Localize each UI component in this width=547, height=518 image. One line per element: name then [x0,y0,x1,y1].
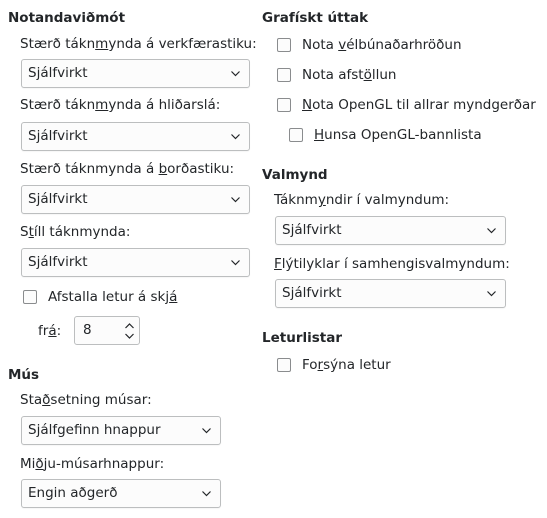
antialias-from-spinbox[interactable]: 8 [74,316,140,345]
chevron-down-icon [487,228,496,234]
chevron-down-icon [231,260,240,266]
mouse-heading: Mús [8,367,40,383]
checkbox-box[interactable] [277,358,291,372]
icon-style-label: Stíll táknmynda: [20,224,131,240]
menu-heading: Valmynd [262,167,328,183]
preview-fonts-label: Forsýna letur [302,357,391,373]
chevron-down-icon [231,134,240,140]
chevron-down-icon [202,491,211,497]
antialiasing-label: Nota afstöllun [302,67,397,83]
middle-mouse-button-combo[interactable]: Engin aðgerð [21,479,221,508]
checkbox-box[interactable] [277,98,291,112]
user-interface-heading: Notandaviðmót [8,10,126,26]
context-menu-shortcuts-combo[interactable]: Sjálfvirkt [275,279,506,308]
checkbox-box[interactable] [277,38,291,52]
sidebar-icon-size-label: Stærð táknmynda á hliðarslá: [20,97,221,113]
sidebar-icon-size-combo[interactable]: Sjálfvirkt [21,122,250,151]
notebookbar-icon-size-combo[interactable]: Sjálfvirkt [21,185,250,214]
mouse-positioning-label: Staðsetning músar: [20,392,152,408]
from-label: frá: [38,323,62,339]
toolbar-icon-size-label: Stærð táknmynda á verkfærastiku: [20,36,257,52]
mouse-positioning-combo[interactable]: Sjálfgefinn hnappur [21,416,221,445]
chevron-down-icon [487,291,496,297]
chevron-down-icon [202,428,211,434]
toolbar-icon-size-combo[interactable]: Sjálfvirkt [21,59,250,88]
font-lists-heading: Leturlistar [262,330,342,346]
checkbox-box[interactable] [289,128,303,142]
spin-arrows-icon[interactable] [124,320,135,342]
chevron-down-icon [231,71,240,77]
screen-font-antialiasing-label: Afstalla letur á skjá [48,289,178,305]
icon-style-combo[interactable]: Sjálfvirkt [21,248,250,277]
ignore-opengl-blacklist-label: Hunsa OpenGL-bannlista [314,127,482,143]
hardware-acceleration-label: Nota vélbúnaðarhröðun [302,37,462,53]
context-menu-shortcuts-label: Flýtilyklar í samhengisvalmyndum: [274,256,510,272]
middle-mouse-button-label: Miðju-músarhnappur: [20,456,165,472]
notebookbar-icon-size-label: Stærð táknmynda á borðastiku: [20,161,235,177]
chevron-down-icon [231,197,240,203]
checkbox-box[interactable] [277,68,291,82]
menu-icons-combo[interactable]: Sjálfvirkt [275,216,506,245]
checkbox-box[interactable] [23,290,37,304]
graphics-output-heading: Grafískt úttak [262,10,369,26]
opengl-rendering-label: Nota OpenGL til allrar myndgerðar [302,97,536,113]
menu-icons-label: Táknmyndir í valmyndum: [274,192,450,208]
